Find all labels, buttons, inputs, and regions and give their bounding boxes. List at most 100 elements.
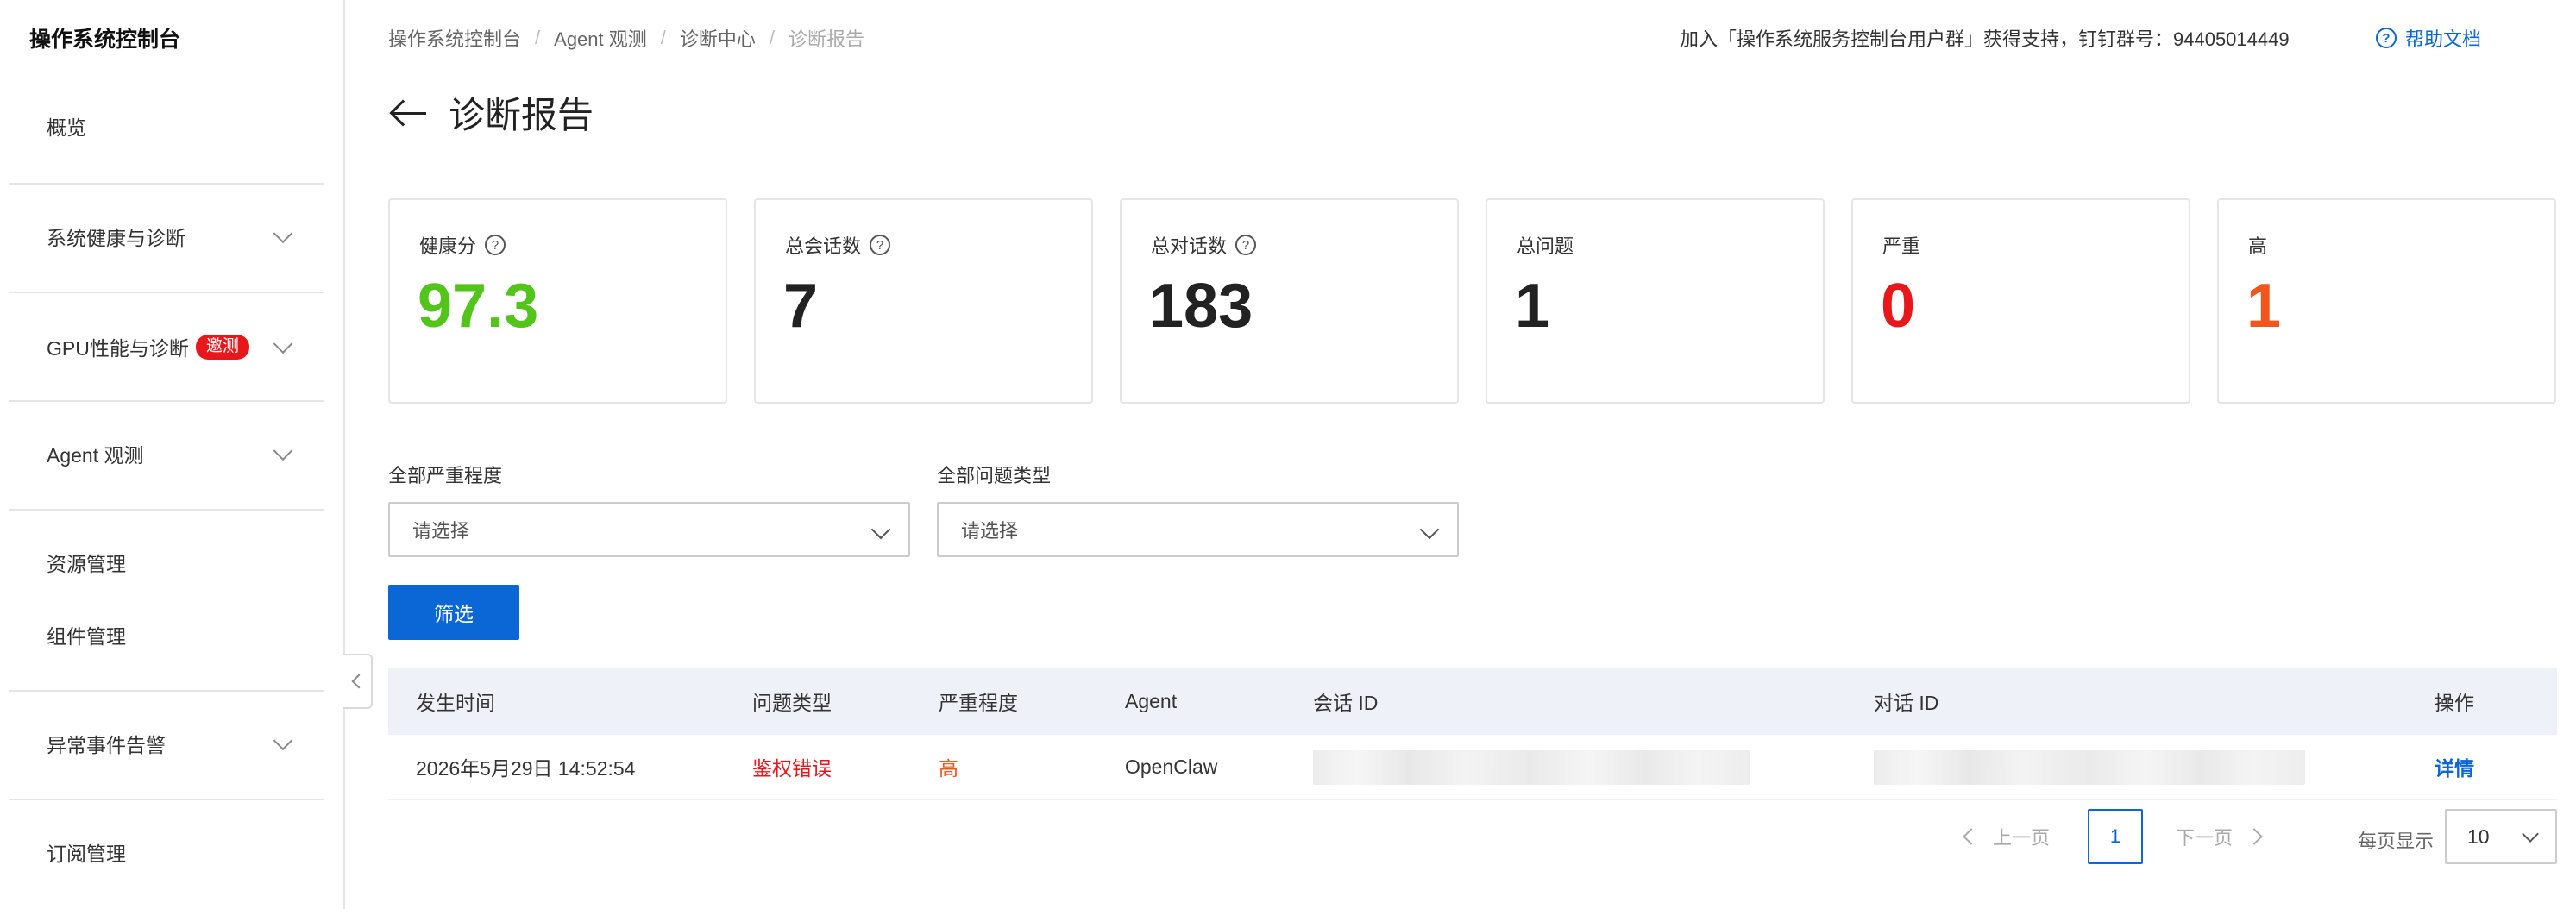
column-header: 严重程度 xyxy=(939,692,1018,714)
sidebar-item-gpu[interactable]: GPU性能与诊断 邀测 xyxy=(9,321,324,373)
sidebar-item-subscriptions[interactable]: 订阅管理 xyxy=(9,826,324,878)
cell-session-id-redacted xyxy=(1313,750,1750,785)
chevron-down-icon xyxy=(2522,825,2539,843)
sidebar-item-label: 资源管理 xyxy=(47,553,126,575)
sidebar-item-label: 订阅管理 xyxy=(47,843,126,865)
sidebar-item-label: 系统健康与诊断 xyxy=(47,227,185,249)
stat-card-total-conversations: 总对话数? 183 xyxy=(1120,198,1459,404)
breadcrumb-separator: / xyxy=(660,27,666,48)
help-docs-label: 帮助文档 xyxy=(2405,28,2482,50)
chevron-down-icon xyxy=(273,223,293,244)
next-page-button[interactable]: 下一页 xyxy=(2176,823,2263,850)
breadcrumb-separator: / xyxy=(535,27,541,48)
cell-agent: OpenClaw xyxy=(1125,755,1218,778)
stat-value: 0 xyxy=(1881,272,1916,341)
severity-select[interactable]: 请选择 xyxy=(388,502,910,557)
issue-type-filter-label: 全部问题类型 xyxy=(937,465,1052,486)
sidebar-title: 操作系统控制台 xyxy=(29,28,181,52)
sidebar-item-label: 组件管理 xyxy=(47,625,126,648)
stat-value: 7 xyxy=(783,272,819,341)
sidebar-collapse-button[interactable] xyxy=(343,654,373,709)
chevron-down-icon xyxy=(870,519,891,540)
column-header: Agent xyxy=(1125,689,1178,712)
column-header: 会话 ID xyxy=(1313,692,1379,714)
stat-value: 183 xyxy=(1149,272,1253,341)
info-icon[interactable]: ? xyxy=(870,235,891,255)
column-header: 发生时间 xyxy=(416,692,495,714)
cell-issue-type: 鉴权错误 xyxy=(752,757,832,780)
sidebar-item-components[interactable]: 组件管理 xyxy=(9,609,324,661)
chevron-right-icon xyxy=(2246,828,2263,845)
prev-page-label: 上一页 xyxy=(1993,827,2051,849)
per-page-label: 每页显示 xyxy=(2358,831,2435,852)
per-page-select[interactable]: 10 xyxy=(2445,809,2557,864)
sidebar-item-label: 概览 xyxy=(47,116,86,139)
stat-label: 总问题 xyxy=(1517,235,1574,257)
table-header: 发生时间 问题类型 严重程度 Agent 会话 ID 对话 ID 操作 xyxy=(388,668,2557,735)
stat-card-critical: 严重 0 xyxy=(1851,198,2190,404)
per-page-value: 10 xyxy=(2467,824,2490,848)
sidebar-item-agent-observe[interactable]: Agent 观测 xyxy=(9,428,324,480)
support-text: 加入「操作系统服务控制台用户群」获得支持，钉钉群号：94405014449 xyxy=(1680,28,2290,50)
page-number-button[interactable]: 1 xyxy=(2088,809,2143,864)
next-page-label: 下一页 xyxy=(2176,827,2234,849)
sidebar-divider xyxy=(9,400,324,402)
sidebar-item-label: GPU性能与诊断 xyxy=(47,337,189,360)
help-icon: ? xyxy=(2376,28,2397,48)
chevron-left-icon xyxy=(1963,828,1980,845)
info-icon[interactable]: ? xyxy=(1235,235,1257,255)
table-row: 2026年5月29日 14:52:54 鉴权错误 高 OpenClaw 详情 xyxy=(388,735,2557,800)
sidebar-item-label: 异常事件告警 xyxy=(47,734,166,756)
info-icon[interactable]: ? xyxy=(485,235,506,255)
stat-value: 1 xyxy=(1515,272,1550,341)
severity-select-placeholder: 请选择 xyxy=(412,520,470,542)
breadcrumb-item-agent[interactable]: Agent 观测 xyxy=(554,24,647,52)
issue-type-select[interactable]: 请选择 xyxy=(937,502,1459,557)
stat-label: 严重 xyxy=(1882,235,1921,257)
stat-label: 高 xyxy=(2248,235,2268,257)
invite-badge: 邀测 xyxy=(195,334,249,360)
sidebar-divider xyxy=(9,183,324,185)
sidebar-divider xyxy=(9,690,324,692)
severity-filter-label: 全部严重程度 xyxy=(388,465,503,486)
help-docs-link[interactable]: ? 帮助文档 xyxy=(2376,24,2481,52)
chevron-down-icon xyxy=(1419,519,1440,540)
filter-button[interactable]: 筛选 xyxy=(388,585,519,640)
page-title-row: 诊断报告 xyxy=(388,86,594,139)
breadcrumb-item-diagnosis-center[interactable]: 诊断中心 xyxy=(680,24,756,52)
chevron-left-icon xyxy=(351,674,367,689)
cell-time: 2026年5月29日 14:52:54 xyxy=(416,757,636,780)
breadcrumb-item-console[interactable]: 操作系统控制台 xyxy=(388,24,521,52)
detail-link[interactable]: 详情 xyxy=(2435,752,2474,781)
sidebar-divider xyxy=(9,292,324,293)
stat-card-health-score: 健康分? 97.3 xyxy=(388,198,727,404)
page-title: 诊断报告 xyxy=(449,95,594,135)
sidebar-item-system-health[interactable]: 系统健康与诊断 xyxy=(9,210,324,262)
sidebar-item-alerts[interactable]: 异常事件告警 xyxy=(9,718,324,769)
chevron-down-icon xyxy=(273,334,293,354)
prev-page-button[interactable]: 上一页 xyxy=(1963,823,2051,850)
column-header: 对话 ID xyxy=(1874,692,1939,714)
chevron-down-icon xyxy=(273,730,293,751)
issues-table: 发生时间 问题类型 严重程度 Agent 会话 ID 对话 ID 操作 2026… xyxy=(388,668,2557,800)
cell-conversation-id-redacted xyxy=(1874,750,2305,785)
breadcrumb: 操作系统控制台 / Agent 观测 / 诊断中心 / 诊断报告 xyxy=(388,24,864,52)
sidebar-item-resources[interactable]: 资源管理 xyxy=(9,536,324,588)
stat-card-total-issues: 总问题 1 xyxy=(1486,198,1825,404)
sidebar-divider xyxy=(9,799,324,800)
stat-card-high: 高 1 xyxy=(2217,198,2556,404)
column-header: 问题类型 xyxy=(752,692,832,714)
back-arrow-icon[interactable] xyxy=(388,96,430,130)
column-header: 操作 xyxy=(2435,692,2474,714)
sidebar-item-overview[interactable]: 概览 xyxy=(9,100,324,152)
stat-label: 总会话数 xyxy=(785,235,862,257)
issue-type-select-placeholder: 请选择 xyxy=(961,520,1019,542)
breadcrumb-item-current: 诊断报告 xyxy=(789,28,865,50)
stat-card-total-sessions: 总会话数? 7 xyxy=(754,198,1093,404)
cell-severity: 高 xyxy=(939,757,958,780)
sidebar: 操作系统控制台 概览 系统健康与诊断 GPU性能与诊断 邀测 Agent 观测 … xyxy=(0,0,345,909)
stat-label: 总对话数 xyxy=(1151,235,1228,257)
breadcrumb-separator: / xyxy=(769,27,776,48)
sidebar-item-label: Agent 观测 xyxy=(47,444,144,467)
chevron-down-icon xyxy=(273,441,293,461)
